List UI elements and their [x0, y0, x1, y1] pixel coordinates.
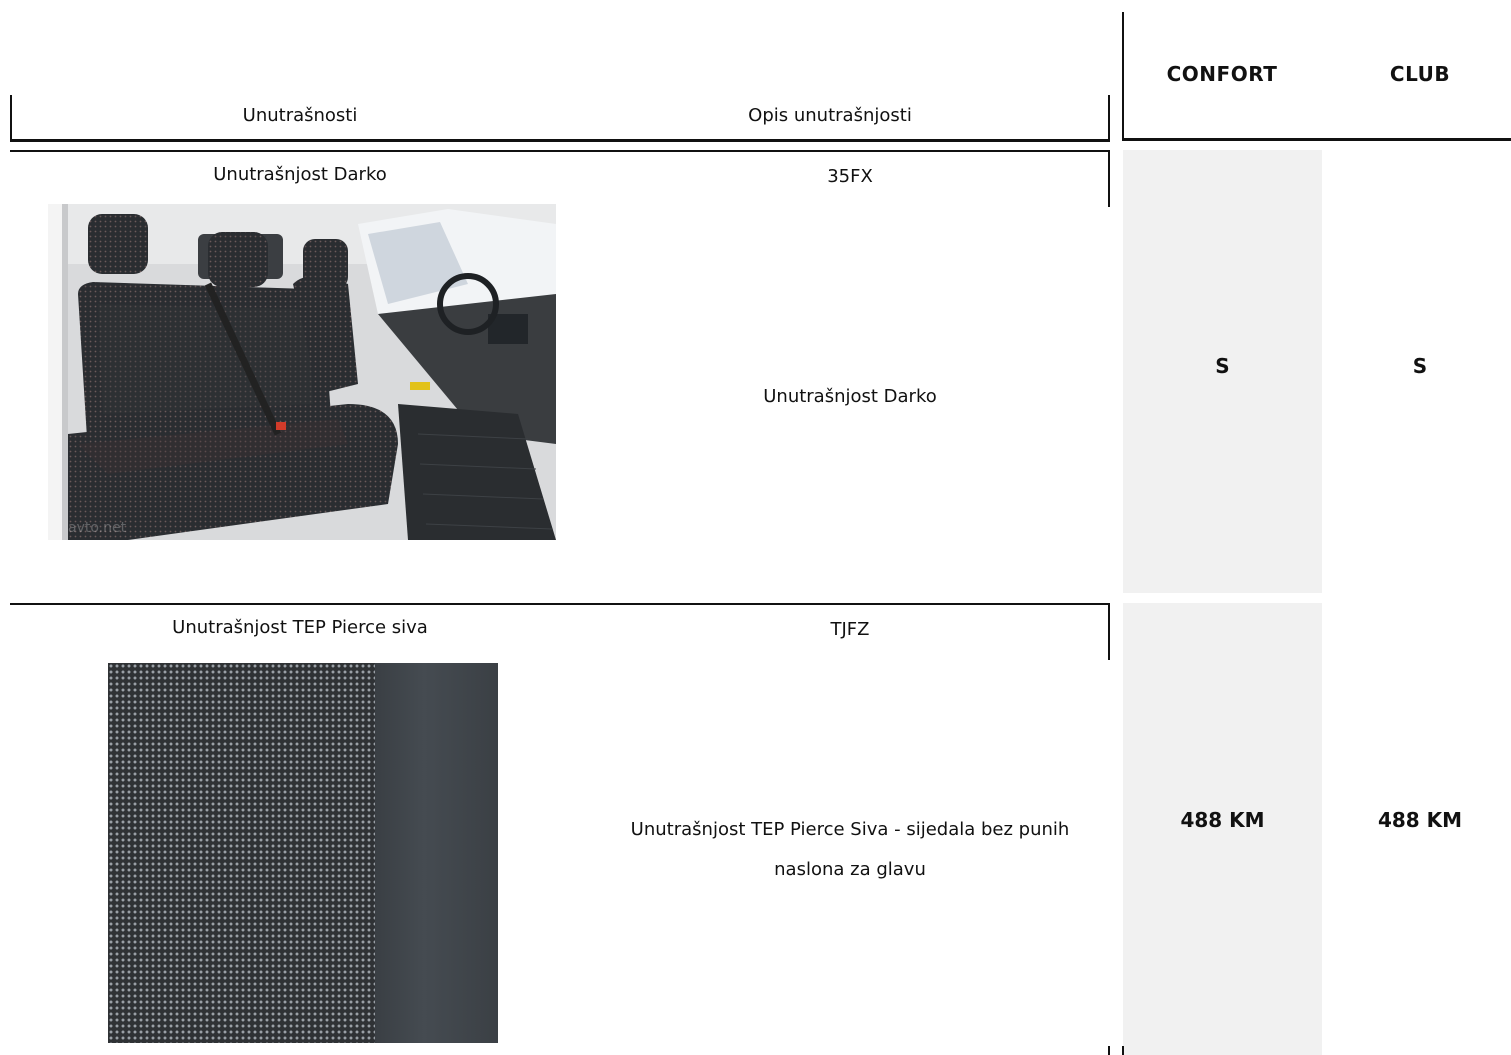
grey-fabric-swatch [108, 663, 498, 1043]
fabric-plain-panel [375, 663, 498, 1043]
interior-name: Unutrašnjost Darko [213, 164, 387, 185]
interior-code: 35FX [827, 166, 873, 187]
price-confort: 488 KM [1180, 808, 1265, 832]
table-row: Unutrašnjost Darko 35FX [10, 150, 1110, 207]
trim-header: CONFORT CLUB [1122, 12, 1511, 141]
interior-description: Unutrašnjost Darko [763, 386, 937, 407]
trim-confort-label: CONFORT [1166, 62, 1278, 86]
table-row: Unutrašnjost TEP Pierce siva TJFZ [10, 603, 1110, 660]
interiors-page: Unutrašnosti Opis unutrašnjosti CONFORT … [0, 0, 1511, 1055]
price-club: 488 KM [1377, 808, 1463, 832]
price-club: S [1412, 354, 1428, 378]
price-confort: S [1215, 354, 1230, 378]
van-interior-seats-photo: avto.net [48, 204, 556, 540]
interior-name: Unutrašnjost TEP Pierce siva [172, 617, 428, 638]
interiors-table-header: Unutrašnosti Opis unutrašnjosti [10, 95, 1110, 142]
interior-code: TJFZ [830, 619, 870, 640]
col-header-description: Opis unutrašnjosti [748, 105, 912, 126]
trim-club-label: CLUB [1389, 62, 1451, 86]
interior-description: Unutrašnjost TEP Pierce Siva - sijedala … [630, 819, 1070, 880]
row-divider-tick [1108, 1046, 1110, 1055]
col-header-interiors: Unutrašnosti [242, 105, 358, 126]
svg-text:avto.net: avto.net [68, 520, 127, 536]
row-divider-tick [1122, 1046, 1124, 1055]
